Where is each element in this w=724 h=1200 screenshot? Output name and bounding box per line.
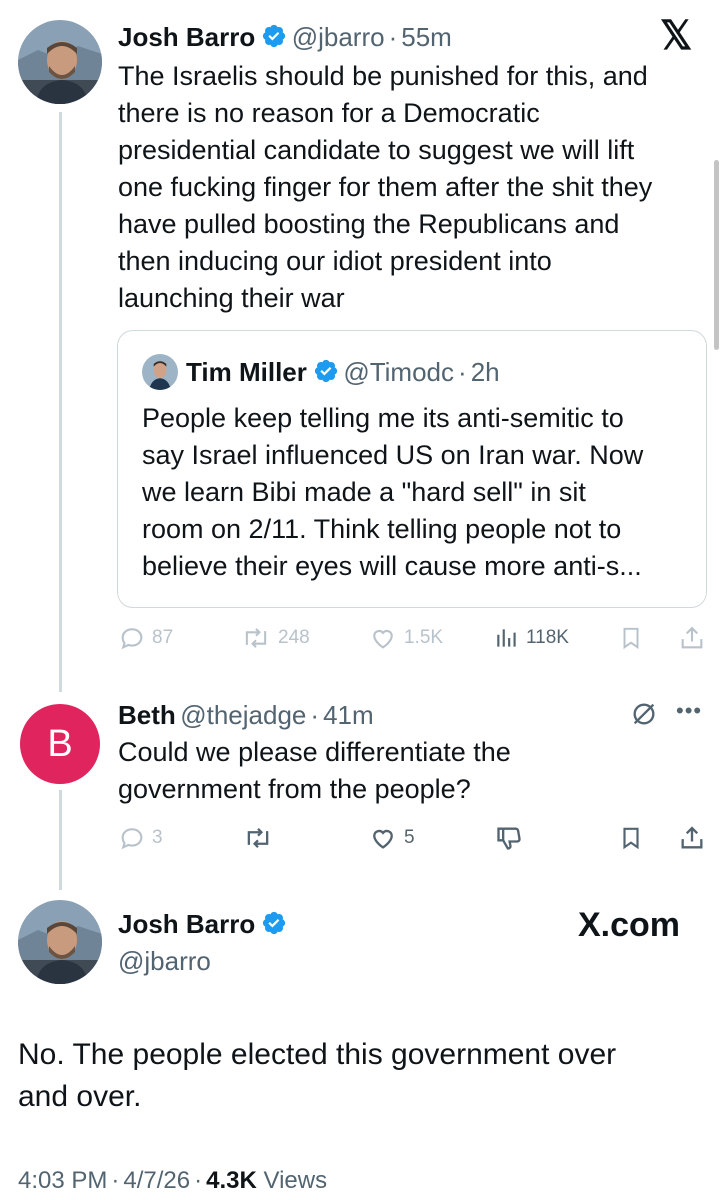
tweet-time[interactable]: 4:03 PM	[18, 1167, 107, 1194]
repost-icon	[245, 628, 267, 648]
tweet-text-line: government from the people?	[118, 774, 471, 804]
quote-text-line: believe their eyes will cause more anti-…	[142, 551, 642, 581]
tweet-time[interactable]: 55m	[401, 22, 452, 52]
tweet-text: The Israelis should be punished for this…	[118, 58, 708, 317]
like-count: 5	[404, 827, 415, 848]
quote-header: Tim Miller @Timodc · 2h	[186, 357, 500, 387]
verified-badge-icon	[261, 23, 287, 49]
scrollbar[interactable]	[714, 160, 719, 350]
author-handle[interactable]: @jbarro	[118, 944, 211, 978]
tweet-text-line: launching their war	[118, 283, 345, 313]
tweet-text-line: No. The people elected this government o…	[18, 1038, 617, 1071]
verified-badge-icon	[313, 358, 339, 384]
heart-icon	[373, 629, 393, 649]
tweet-text-line: one fucking finger for them after the sh…	[118, 172, 653, 202]
more-dots-icon: •••	[676, 698, 703, 723]
quote-author-name: Tim Miller	[186, 357, 307, 387]
bookmark-button[interactable]	[618, 824, 644, 857]
bookmark-button[interactable]	[618, 624, 644, 657]
reply-count: 3	[152, 827, 163, 848]
thread-line	[59, 112, 62, 692]
quote-avatar[interactable]	[142, 354, 178, 390]
repost-button[interactable]	[242, 824, 274, 857]
views-count: 4.3K	[206, 1167, 257, 1194]
quote-text-line: we learn Bibi made a "hard sell" in sit	[142, 477, 586, 507]
quote-text: People keep telling me its anti-semitic …	[142, 400, 697, 585]
thread-line	[59, 790, 62, 890]
reply-icon	[121, 628, 143, 650]
like-button[interactable]: 5	[368, 824, 415, 852]
tweet-text-line: Could we please differentiate the	[118, 737, 511, 767]
author-handle[interactable]: @jbarro	[292, 22, 385, 52]
reply-button[interactable]: 3	[118, 824, 163, 852]
tweet-text-line: presidential candidate to suggest we wil…	[118, 135, 635, 165]
reply-button[interactable]: 87	[118, 624, 173, 652]
quote-text-line: say Israel influenced US on Iran war. No…	[142, 440, 644, 470]
author-name[interactable]: Josh Barro	[118, 22, 255, 52]
tweet-time[interactable]: 41m	[323, 700, 374, 730]
tweet-text-line: then inducing our idiot president into	[118, 246, 552, 276]
reply-count: 87	[152, 627, 174, 648]
quote-author-handle: @Timodc	[343, 357, 455, 387]
x-logo-icon: 𝕏	[660, 14, 693, 58]
author-name[interactable]: Josh Barro	[118, 909, 255, 939]
tweet-text: No. The people elected this government o…	[18, 1034, 708, 1118]
views-label: Views	[263, 1167, 328, 1194]
verified-badge-icon	[261, 910, 287, 936]
avatar[interactable]: B	[20, 704, 100, 784]
repost-icon	[247, 828, 269, 848]
bookmark-icon	[623, 627, 639, 650]
quote-time: 2h	[470, 357, 500, 387]
tweet-text-line: The Israelis should be punished for this…	[118, 61, 648, 91]
grok-button[interactable]	[630, 700, 658, 733]
downvote-button[interactable]	[494, 824, 524, 857]
tweet-text: Could we please differentiate the govern…	[118, 734, 708, 808]
brand-x-com: X.com	[578, 904, 680, 946]
quote-text-line: room on 2/11. Think telling people not t…	[142, 514, 622, 544]
share-button[interactable]	[678, 824, 706, 857]
tweet-text-line: have pulled boosting the Republicans and	[118, 209, 620, 239]
author-name-row: Josh Barro	[118, 906, 287, 942]
grok-icon	[633, 703, 655, 725]
brand-label: X.com	[578, 906, 681, 944]
views-count: 118K	[526, 627, 569, 648]
tweet-text-line: there is no reason for a Democratic	[118, 98, 540, 128]
quote-text-line: People keep telling me its anti-semitic …	[142, 403, 624, 433]
tweet-meta: 4:03 PM · 4/7/26 · 4.3K Views	[18, 1167, 328, 1194]
avatar[interactable]	[18, 900, 102, 984]
tweet-date[interactable]: 4/7/26	[123, 1167, 190, 1194]
tweet-text-line: and over.	[18, 1080, 142, 1113]
share-icon	[681, 626, 703, 649]
author-name[interactable]: Beth	[118, 700, 176, 730]
thumbs-down-icon	[497, 827, 521, 850]
repost-count: 248	[278, 627, 310, 648]
like-button[interactable]: 1.5K	[368, 624, 443, 652]
reply-icon	[121, 828, 143, 850]
more-options-button[interactable]: •••	[676, 700, 702, 722]
avatar[interactable]	[18, 20, 102, 104]
heart-icon	[373, 829, 393, 849]
views-button[interactable]: 118K	[494, 624, 569, 652]
bookmark-icon	[623, 827, 639, 850]
repost-button[interactable]: 248	[240, 624, 310, 652]
share-icon	[681, 826, 703, 849]
author-handle[interactable]: @thejadge	[180, 700, 306, 730]
tweet-header: Josh Barro @jbarro · 55m	[118, 22, 452, 52]
tweet-header: Beth @thejadge · 41m	[118, 700, 374, 730]
like-count: 1.5K	[404, 627, 444, 648]
analytics-icon	[497, 629, 516, 647]
share-button[interactable]	[678, 624, 706, 657]
avatar-letter: B	[47, 723, 73, 765]
